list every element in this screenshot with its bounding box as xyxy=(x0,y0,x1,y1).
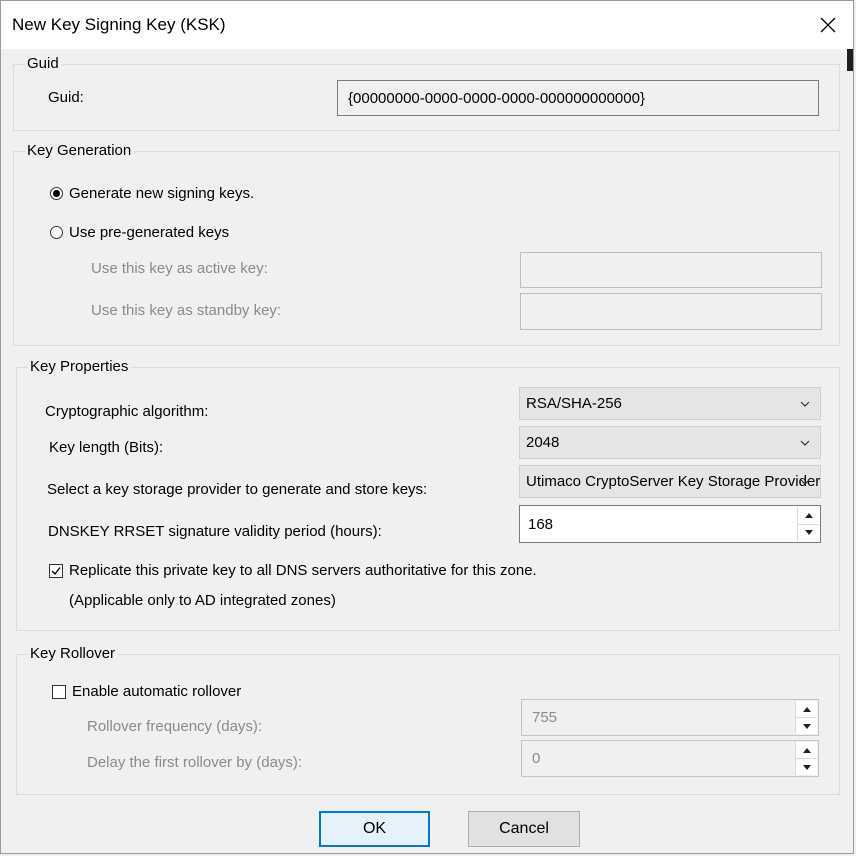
spin-up-button[interactable] xyxy=(795,742,817,758)
dialog-window: New Key Signing Key (KSK) Guid Guid: {00… xyxy=(0,0,854,854)
arrow-down-icon xyxy=(802,723,811,729)
use-pregenerated-keys-radio[interactable]: Use pre-generated keys xyxy=(50,224,229,241)
enable-auto-rollover-checkbox[interactable]: Enable automatic rollover xyxy=(52,683,241,700)
rollover-frequency-stepper[interactable]: 755 xyxy=(521,699,819,736)
guid-group-legend: Guid xyxy=(25,55,61,72)
close-button[interactable] xyxy=(803,1,853,49)
chevron-down-icon xyxy=(800,401,810,407)
enable-auto-rollover-label: Enable automatic rollover xyxy=(72,683,242,700)
chevron-down-icon xyxy=(800,440,810,446)
active-key-field[interactable] xyxy=(520,252,822,288)
checkmark-icon xyxy=(51,566,61,575)
key-length-dropdown[interactable]: 2048 xyxy=(519,426,821,459)
guid-value: {00000000-0000-0000-0000-000000000000} xyxy=(348,89,645,107)
window-title: New Key Signing Key (KSK) xyxy=(12,15,226,34)
generate-new-keys-radio[interactable]: Generate new signing keys. xyxy=(50,185,254,202)
spin-down-button[interactable] xyxy=(795,717,817,734)
key-length-label: Key length (Bits): xyxy=(49,439,164,456)
arrow-down-icon xyxy=(802,764,811,770)
spin-up-button[interactable] xyxy=(797,507,819,524)
key-length-value: 2048 xyxy=(526,434,560,451)
first-rollover-delay-label: Delay the first rollover by (days): xyxy=(87,754,303,771)
key-properties-legend: Key Properties xyxy=(28,358,131,375)
arrow-up-icon xyxy=(802,706,811,712)
validity-period-stepper[interactable]: 168 xyxy=(519,505,821,543)
generate-new-keys-label: Generate new signing keys. xyxy=(69,185,255,202)
arrow-down-icon xyxy=(804,530,813,536)
first-rollover-delay-value: 0 xyxy=(532,750,541,767)
validity-period-value: 168 xyxy=(528,515,554,533)
spin-down-button[interactable] xyxy=(795,758,817,775)
storage-provider-dropdown[interactable]: Utimaco CryptoServer Key Storage Provide… xyxy=(519,465,821,498)
standby-key-label: Use this key as standby key: xyxy=(91,302,282,319)
replicate-key-checkbox[interactable]: Replicate this private key to all DNS se… xyxy=(49,562,537,579)
chevron-down-icon xyxy=(800,479,810,485)
cancel-button[interactable]: Cancel xyxy=(468,811,580,847)
replicate-note: (Applicable only to AD integrated zones) xyxy=(69,592,336,609)
title-bar: New Key Signing Key (KSK) xyxy=(1,1,853,49)
guid-label: Guid: xyxy=(48,89,84,106)
radio-unselected-indicator xyxy=(50,226,63,239)
storage-provider-value: Utimaco CryptoServer Key Storage Provide… xyxy=(526,473,821,490)
scrollbar-fragment xyxy=(847,49,853,71)
close-icon xyxy=(820,17,836,33)
rollover-frequency-value: 755 xyxy=(532,709,558,726)
active-key-label: Use this key as active key: xyxy=(91,260,268,277)
radio-selected-indicator xyxy=(50,187,63,200)
key-rollover-legend: Key Rollover xyxy=(28,645,118,662)
checkbox-unchecked-indicator xyxy=(52,684,66,699)
algorithm-value: RSA/SHA-256 xyxy=(526,395,622,412)
spin-up-button[interactable] xyxy=(795,701,817,717)
storage-provider-label: Select a key storage provider to generat… xyxy=(47,481,428,498)
algorithm-dropdown[interactable]: RSA/SHA-256 xyxy=(519,387,821,420)
frequency-spin-buttons xyxy=(795,701,817,734)
ok-button[interactable]: OK xyxy=(319,811,430,847)
arrow-up-icon xyxy=(804,512,813,518)
algorithm-label: Cryptographic algorithm: xyxy=(45,403,209,420)
spin-down-button[interactable] xyxy=(797,523,819,541)
validity-spin-buttons xyxy=(797,507,819,541)
delay-spin-buttons xyxy=(795,742,817,775)
first-rollover-delay-stepper[interactable]: 0 xyxy=(521,740,819,777)
use-pregenerated-keys-label: Use pre-generated keys xyxy=(69,224,230,241)
replicate-key-label: Replicate this private key to all DNS se… xyxy=(69,562,537,579)
key-generation-legend: Key Generation xyxy=(25,142,134,159)
arrow-up-icon xyxy=(802,747,811,753)
guid-field[interactable]: {00000000-0000-0000-0000-000000000000} xyxy=(337,80,819,116)
validity-period-label: DNSKEY RRSET signature validity period (… xyxy=(48,523,382,540)
checkbox-checked-indicator xyxy=(49,563,63,578)
standby-key-field[interactable] xyxy=(520,293,822,330)
rollover-frequency-label: Rollover frequency (days): xyxy=(87,718,263,735)
